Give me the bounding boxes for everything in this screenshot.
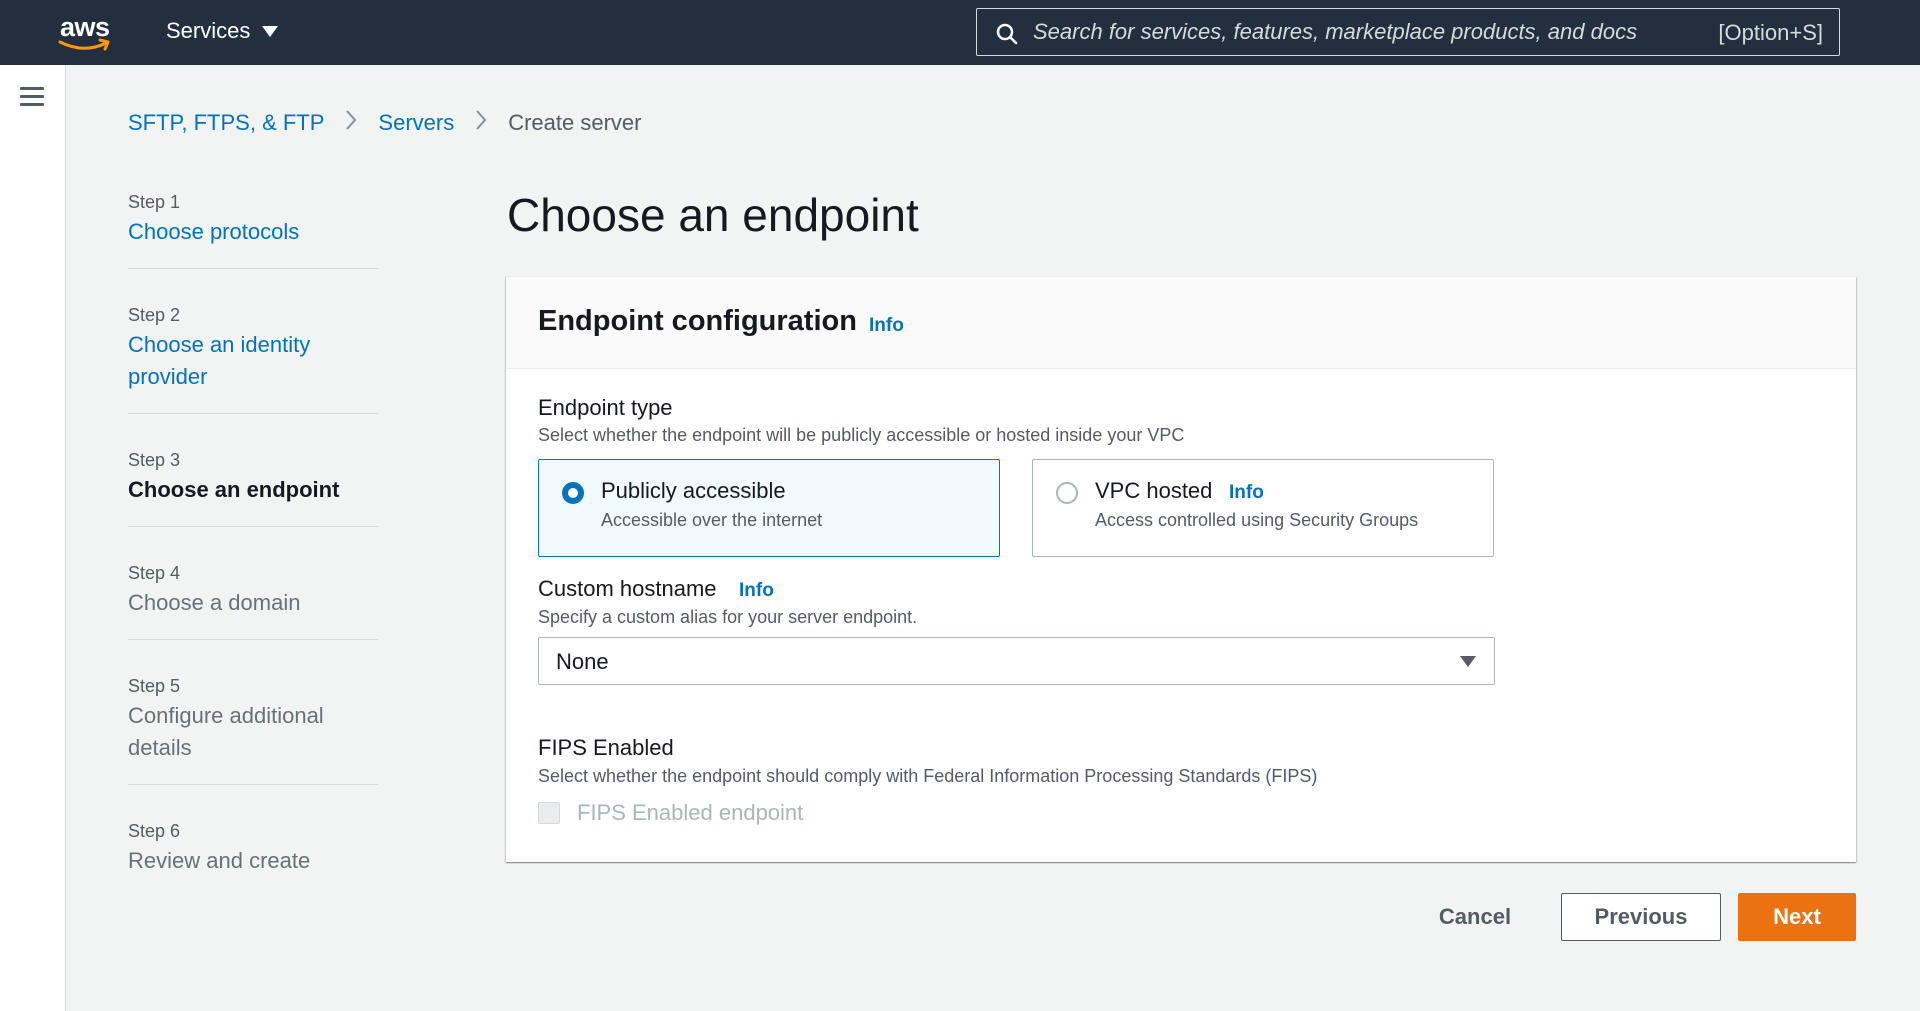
radio-selected-icon[interactable] — [562, 482, 584, 504]
custom-hostname-select[interactable]: None — [538, 637, 1495, 685]
top-navigation: aws Services [Option+S] — [0, 0, 1920, 65]
option-title: VPC hosted — [1095, 478, 1213, 503]
step-current-choose-endpoint: Choose an endpoint — [128, 477, 340, 502]
aws-smile-icon — [58, 38, 110, 51]
fips-checkbox[interactable] — [538, 802, 560, 824]
endpoint-configuration-panel: Endpoint configuration Info Endpoint typ… — [506, 276, 1856, 862]
step-number: Step 4 — [128, 563, 181, 583]
info-link-endpoint-configuration[interactable]: Info — [869, 315, 904, 337]
fips-checkbox-label: FIPS Enabled endpoint — [577, 800, 804, 825]
step-number: Step 1 — [128, 192, 181, 212]
radio-unselected-icon[interactable] — [1056, 482, 1078, 504]
wizard-step-1: Step 1 Choose protocols — [128, 188, 378, 269]
search-icon — [996, 23, 1018, 45]
next-button[interactable]: Next — [1738, 893, 1856, 941]
step-label-choose-domain: Choose a domain — [128, 590, 301, 615]
wizard-step-3: Step 3 Choose an endpoint — [128, 446, 378, 527]
page-title: Choose an endpoint — [507, 189, 919, 241]
endpoint-option-vpc-hosted[interactable]: VPC hosted Info Access controlled using … — [1032, 459, 1494, 557]
hamburger-menu-icon[interactable] — [20, 87, 44, 107]
breadcrumb: SFTP, FTPS, & FTP Servers Create server — [128, 108, 641, 138]
wizard-step-2: Step 2 Choose an identity provider — [128, 301, 378, 414]
panel-title: Endpoint configuration — [538, 305, 857, 337]
step-label-review-create: Review and create — [128, 848, 311, 873]
step-number: Step 2 — [128, 305, 181, 325]
search-input[interactable] — [1033, 17, 1653, 47]
breadcrumb-current: Create server — [508, 110, 642, 135]
cancel-button[interactable]: Cancel — [1418, 893, 1532, 941]
option-title: Publicly accessible — [601, 478, 786, 503]
option-description: Access controlled using Security Groups — [1095, 510, 1419, 530]
option-description: Accessible over the internet — [601, 510, 823, 530]
select-value: None — [556, 649, 609, 674]
step-number: Step 6 — [128, 821, 181, 841]
breadcrumb-link-servers[interactable]: Servers — [378, 110, 454, 136]
info-link-vpc-hosted[interactable]: Info — [1229, 482, 1264, 504]
search-shortcut-hint: [Option+S] — [1718, 20, 1823, 45]
caret-down-icon — [1460, 656, 1476, 667]
custom-hostname-description: Specify a custom alias for your server e… — [538, 607, 918, 627]
step-link-choose-protocols[interactable]: Choose protocols — [128, 216, 378, 248]
search-box[interactable]: [Option+S] — [976, 8, 1840, 56]
fips-label: FIPS Enabled — [538, 735, 674, 760]
side-rail — [0, 65, 66, 1011]
endpoint-type-label: Endpoint type — [538, 395, 673, 420]
chevron-right-icon — [474, 108, 488, 138]
wizard-step-4: Step 4 Choose a domain — [128, 559, 378, 640]
custom-hostname-label: Custom hostname — [538, 576, 717, 601]
endpoint-option-publicly-accessible[interactable]: Publicly accessible Accessible over the … — [538, 459, 1000, 557]
fips-description: Select whether the endpoint should compl… — [538, 766, 1318, 786]
info-link-custom-hostname[interactable]: Info — [739, 580, 774, 602]
previous-button[interactable]: Previous — [1561, 893, 1721, 941]
caret-down-icon — [262, 25, 279, 37]
fips-checkbox-row: FIPS Enabled endpoint — [538, 800, 803, 826]
breadcrumb-link-sftp[interactable]: SFTP, FTPS, & FTP — [128, 110, 324, 136]
services-menu-button[interactable]: Services — [166, 18, 279, 44]
wizard-step-6: Step 6 Review and create — [128, 817, 378, 897]
wizard-steps: Step 1 Choose protocols Step 2 Choose an… — [128, 188, 378, 929]
step-number: Step 5 — [128, 676, 181, 696]
step-link-choose-identity-provider[interactable]: Choose an identity provider — [128, 329, 378, 393]
panel-header: Endpoint configuration Info — [506, 277, 1856, 369]
aws-logo[interactable]: aws — [58, 12, 114, 52]
endpoint-type-description: Select whether the endpoint will be publ… — [538, 425, 1185, 445]
chevron-right-icon — [344, 108, 358, 138]
step-label-configure-details: Configure additional details — [128, 703, 324, 760]
services-label: Services — [166, 18, 251, 43]
wizard-step-5: Step 5 Configure additional details — [128, 672, 378, 785]
step-number: Step 3 — [128, 450, 181, 470]
